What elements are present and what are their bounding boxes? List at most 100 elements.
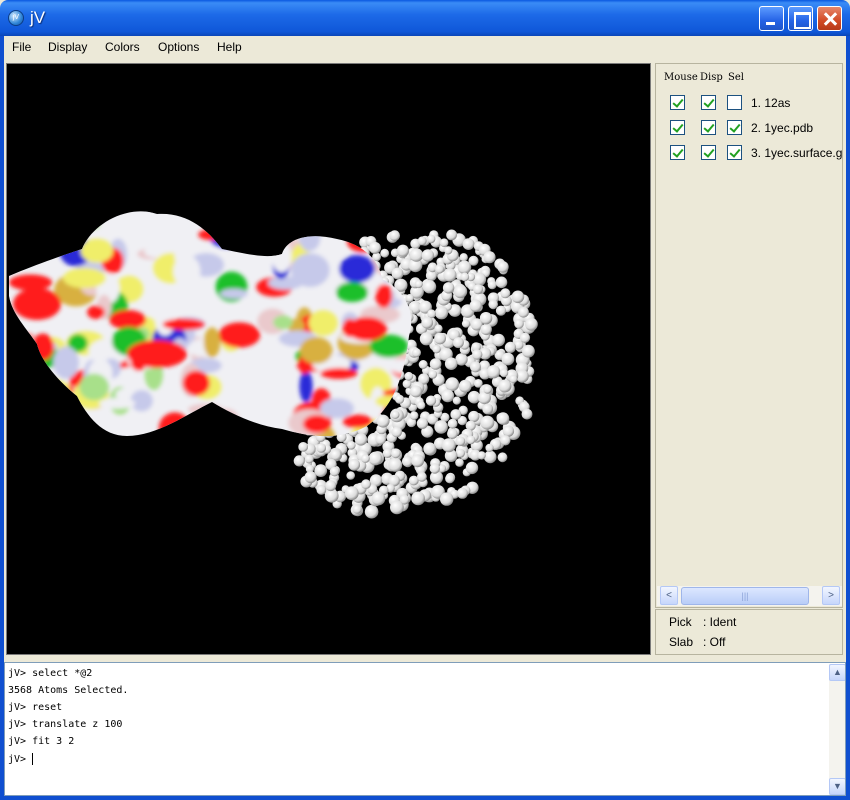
atom-sphere	[500, 288, 511, 299]
atom-sphere	[461, 319, 471, 328]
pick-key: Pick	[669, 615, 692, 629]
atom-sphere	[404, 371, 414, 381]
atom-sphere	[462, 238, 475, 251]
atom-sphere	[473, 284, 484, 295]
atom-sphere	[447, 418, 458, 429]
surface-patch	[218, 322, 261, 348]
atom-sphere	[469, 299, 482, 312]
atom-sphere	[487, 280, 497, 290]
model-row: 2. 1yec.pdb	[656, 119, 842, 139]
surface-patch	[31, 333, 54, 361]
scroll-left-icon[interactable]: <	[660, 586, 678, 605]
atom-sphere	[421, 249, 435, 262]
atom-sphere	[441, 438, 456, 453]
atom-sphere	[499, 368, 509, 378]
scroll-down-icon[interactable]: ▼	[829, 778, 845, 795]
menu-help[interactable]: Help	[217, 40, 242, 54]
disp-checkbox[interactable]	[701, 95, 716, 110]
atom-sphere	[368, 451, 383, 466]
menu-options[interactable]: Options	[158, 40, 199, 54]
surface-patch	[55, 383, 74, 396]
surface-patch	[9, 215, 33, 249]
atom-sphere	[411, 491, 425, 506]
surface-patch	[64, 219, 100, 231]
surface-patch	[308, 310, 338, 336]
close-button[interactable]	[817, 6, 842, 31]
atom-sphere	[425, 395, 437, 406]
atom-sphere	[445, 377, 460, 392]
mouse-checkbox[interactable]	[670, 145, 685, 160]
surface-patch	[79, 373, 109, 401]
header-sel: Sel	[728, 72, 744, 83]
atom-sphere	[434, 332, 446, 345]
surface-patch	[25, 213, 65, 228]
surface-patch	[9, 274, 53, 291]
surface-patch	[303, 415, 331, 433]
atom-sphere	[439, 238, 449, 247]
atom-sphere	[443, 268, 457, 282]
model-label[interactable]: 1. 12as	[751, 96, 790, 110]
atom-sphere	[497, 452, 508, 463]
minimize-button[interactable]	[759, 6, 784, 31]
molecule-rendering	[9, 211, 538, 519]
menu-file[interactable]: File	[12, 40, 31, 54]
atom-sphere	[344, 486, 359, 501]
surface-patch	[203, 327, 221, 358]
atom-sphere	[492, 333, 505, 347]
surface-patch	[269, 211, 287, 243]
sel-checkbox[interactable]	[727, 95, 742, 110]
atom-sphere	[442, 282, 455, 294]
surface-patch	[67, 226, 86, 241]
model-label[interactable]: 3. 1yec.surface.g	[751, 146, 842, 160]
atom-sphere	[477, 451, 486, 460]
atom-sphere	[382, 448, 393, 459]
atom-sphere	[304, 471, 317, 484]
console-input[interactable]: jV>	[8, 753, 34, 765]
atom-sphere	[396, 244, 409, 257]
atom-sphere	[468, 410, 480, 423]
atom-sphere	[511, 290, 525, 304]
sel-checkbox[interactable]	[727, 120, 742, 135]
atom-sphere	[410, 385, 422, 398]
scroll-up-icon[interactable]: ▲	[829, 664, 845, 681]
console-vertical-scrollbar[interactable]: ▲ ▼	[829, 664, 845, 795]
atom-sphere	[422, 280, 437, 294]
atom-sphere	[435, 264, 444, 274]
disp-checkbox[interactable]	[701, 120, 716, 135]
panel-horizontal-scrollbar[interactable]: < ||| >	[657, 586, 842, 606]
surface-patch	[280, 211, 314, 237]
atom-sphere	[460, 272, 470, 282]
atom-sphere	[412, 348, 421, 358]
window-frame-bottom	[0, 796, 850, 800]
surface-patch	[24, 213, 55, 236]
atom-sphere	[416, 401, 426, 410]
surface-patch	[63, 268, 106, 289]
atom-sphere	[427, 234, 436, 244]
atom-sphere	[483, 450, 497, 464]
atom-sphere	[445, 474, 455, 484]
surface-patch	[18, 333, 36, 349]
disp-checkbox[interactable]	[701, 145, 716, 160]
mouse-checkbox[interactable]	[670, 95, 685, 110]
mouse-checkbox[interactable]	[670, 120, 685, 135]
atom-sphere	[456, 487, 468, 499]
atom-sphere	[389, 230, 401, 241]
menu-colors[interactable]: Colors	[105, 40, 140, 54]
scroll-thumb[interactable]: |||	[681, 587, 809, 605]
surface-patch	[336, 282, 368, 302]
menu-display[interactable]: Display	[48, 40, 87, 54]
maximize-button[interactable]	[788, 6, 813, 31]
surface-patch	[258, 235, 285, 246]
sel-checkbox[interactable]	[727, 145, 742, 160]
model-label[interactable]: 2. 1yec.pdb	[751, 121, 813, 135]
atom-sphere	[395, 394, 405, 404]
surface-patch	[347, 317, 387, 341]
atom-sphere	[441, 389, 455, 403]
atom-sphere	[483, 385, 492, 394]
command-console[interactable]: jV> select *@2 3568 Atoms Selected. jV> …	[4, 662, 846, 796]
console-line: 3568 Atoms Selected.	[8, 685, 129, 696]
title-bar[interactable]: jV jV	[0, 0, 850, 36]
molecule-3d-viewport[interactable]	[6, 63, 651, 655]
atom-sphere	[411, 454, 425, 468]
scroll-right-icon[interactable]: >	[822, 586, 840, 605]
